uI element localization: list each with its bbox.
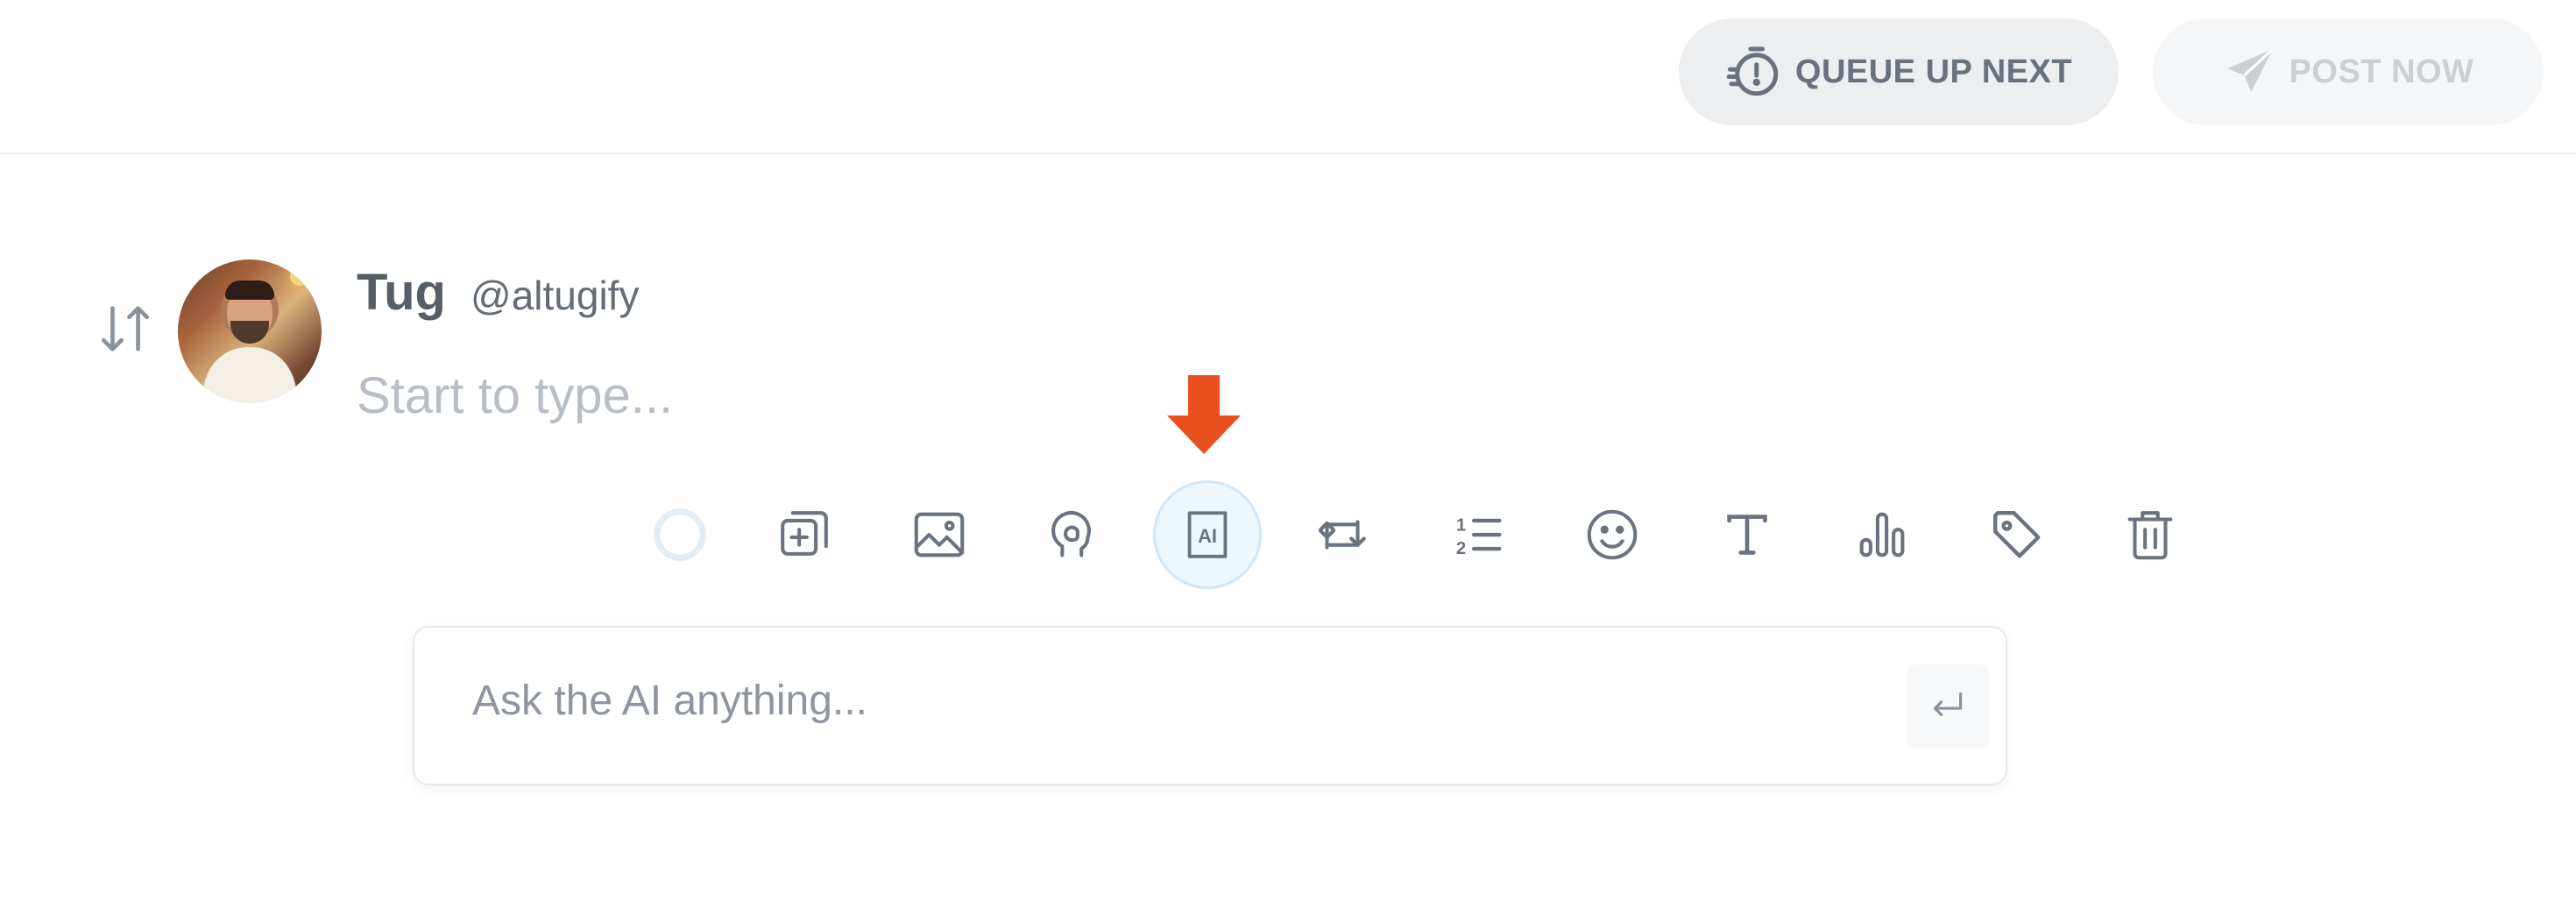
trash-icon [2127, 511, 2173, 560]
author-handle: @altugify [471, 273, 640, 318]
tool-poll[interactable] [1828, 480, 1936, 589]
tool-emoji[interactable] [1558, 480, 1667, 589]
gif-sticker-icon [1051, 511, 1091, 557]
poll-chart-icon [1859, 512, 1905, 557]
tool-gif[interactable] [1018, 480, 1127, 589]
ai-prompt-box [413, 626, 2007, 785]
tool-image[interactable] [885, 480, 994, 589]
tool-add-tweet[interactable] [750, 480, 859, 589]
post-now-button[interactable]: POST NOW [2153, 18, 2544, 125]
svg-text:1: 1 [1456, 516, 1466, 536]
circle-progress-icon [654, 508, 706, 561]
arrow-down-icon [1167, 375, 1241, 454]
ai-prompt-input[interactable] [472, 677, 1787, 725]
top-bar: QUEUE UP NEXT POST NOW [0, 0, 2576, 154]
tool-text-format[interactable] [1693, 480, 1801, 589]
tool-ai[interactable]: AI [1153, 480, 1262, 589]
tool-delete[interactable] [2096, 480, 2204, 589]
svg-text:AI: AI [1198, 525, 1217, 547]
enter-icon [1933, 692, 1963, 716]
post-now-label: POST NOW [2289, 53, 2474, 90]
svg-text:2: 2 [1456, 539, 1466, 558]
ai-icon: AI [1187, 511, 1228, 558]
queue-up-next-button[interactable]: QUEUE UP NEXT [1679, 18, 2119, 125]
image-icon [914, 512, 965, 557]
timer-icon [1726, 46, 1779, 96]
emoji-icon [1587, 509, 1638, 560]
composer-page: QUEUE UP NEXT POST NOW Tug @altugify Sta… [0, 0, 2576, 909]
queue-up-next-label: QUEUE UP NEXT [1794, 53, 2073, 90]
avatar [178, 259, 322, 403]
tool-retweet[interactable] [1288, 480, 1397, 589]
numbered-list-icon: 1 2 [1456, 516, 1502, 558]
reorder-icon[interactable] [95, 298, 156, 359]
add-copy-icon [781, 511, 828, 556]
tool-thread-list[interactable]: 1 2 [1425, 480, 1533, 589]
retweet-icon [1319, 520, 1366, 550]
tool-tag[interactable] [1963, 480, 2071, 589]
text-format-icon [1727, 515, 1767, 555]
send-icon [2226, 48, 2274, 93]
ai-submit-button[interactable] [1906, 664, 1990, 749]
tool-progress[interactable] [626, 480, 734, 589]
tag-icon [1993, 511, 2041, 558]
post-compose-input[interactable] [357, 366, 1671, 425]
author-name: Tug [357, 264, 446, 321]
